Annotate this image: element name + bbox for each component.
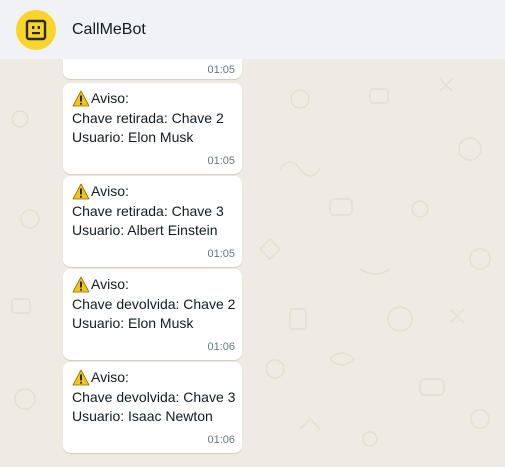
message-line: Usuario: Elon Musk — [72, 315, 194, 331]
message-bubble[interactable]: Aviso: Chave devolvida: Chave 3 Usuario:… — [63, 362, 242, 453]
message-time: 01:06 — [207, 340, 235, 353]
message-line: Usuario: Isaac Newton — [72, 408, 213, 424]
message-line: Chave devolvida: Chave 2 — [72, 295, 236, 312]
message-bubble[interactable]: Aviso: Chave retirada: Chave 3 Usuario: … — [63, 176, 242, 267]
chat-title[interactable]: CallMeBot — [72, 21, 146, 39]
message-list[interactable]: 01:05 Aviso: Chave retirada: Chave 2 Usu… — [0, 59, 505, 467]
warning-icon — [72, 276, 90, 293]
message-time: 01:05 — [207, 64, 235, 76]
message-time: 01:05 — [207, 247, 235, 260]
message-line: Chave retirada: Chave 2 — [72, 109, 224, 126]
message-line: Usuario: Elon Musk — [72, 129, 194, 145]
warning-icon — [72, 90, 90, 107]
robot-face-icon — [25, 19, 47, 40]
warning-icon — [72, 183, 90, 200]
message-bubble[interactable]: Aviso: Chave devolvida: Chave 2 Usuario:… — [63, 269, 242, 360]
warning-icon — [72, 369, 90, 386]
message-time: 01:06 — [207, 433, 235, 446]
message-heading: Aviso: — [91, 183, 129, 199]
message-line: Usuario: Albert Einstein — [72, 222, 218, 238]
message-bubble[interactable]: Aviso: Chave retirada: Chave 2 Usuario: … — [63, 83, 242, 174]
message-time: 01:05 — [207, 154, 235, 167]
chat-header[interactable]: CallMeBot — [0, 0, 505, 59]
message-heading: Aviso: — [91, 276, 129, 292]
message-heading: Aviso: — [91, 90, 129, 106]
message-heading: Aviso: — [91, 369, 129, 385]
message-bubble-partial[interactable]: 01:05 — [63, 59, 242, 79]
message-line: Chave retirada: Chave 3 — [72, 202, 224, 219]
avatar[interactable] — [16, 9, 56, 50]
message-line: Chave devolvida: Chave 3 — [72, 388, 236, 405]
